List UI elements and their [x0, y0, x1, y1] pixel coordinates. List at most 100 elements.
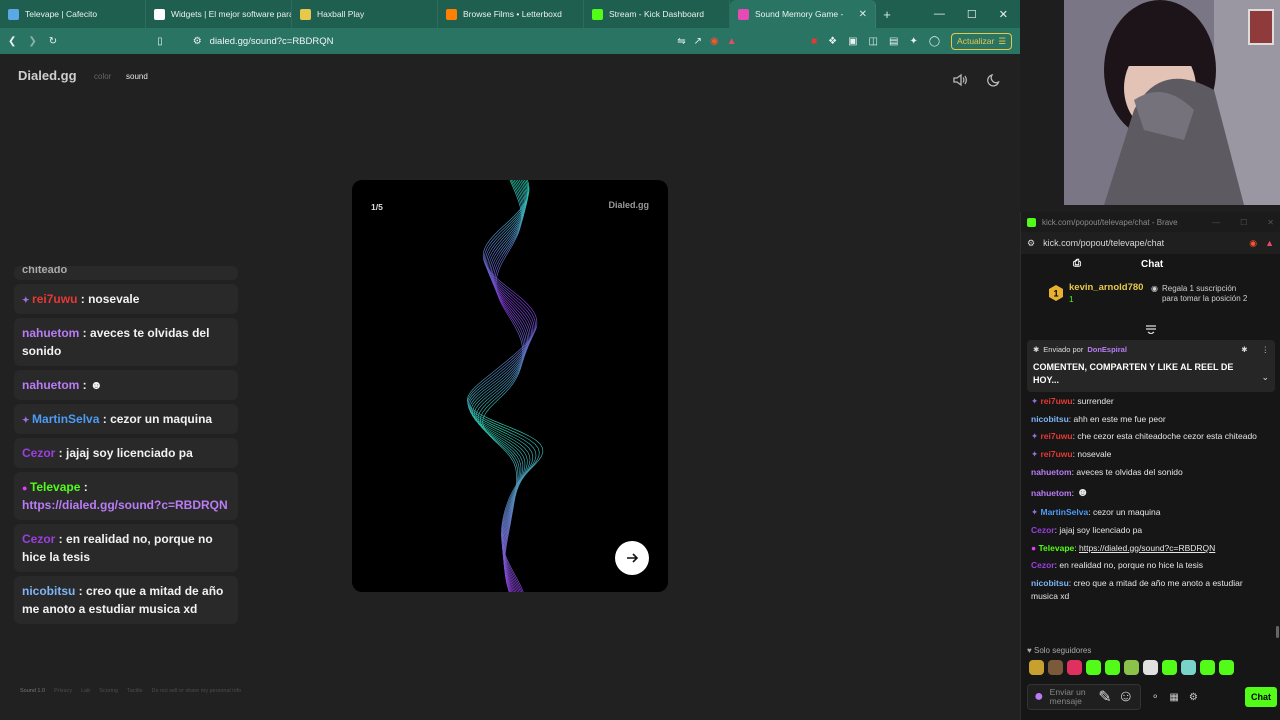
chat-username[interactable]: rei7uwu — [1040, 396, 1072, 406]
emote-bar — [1029, 660, 1234, 675]
text-format-icon[interactable]: ✎ — [1098, 687, 1111, 707]
collapse-toggle-icon[interactable] — [1143, 324, 1159, 334]
brave-rewards-icon[interactable]: ▲ — [727, 36, 737, 47]
new-tab-button[interactable]: + — [876, 7, 898, 22]
emote-icon[interactable] — [1219, 660, 1234, 675]
chat-header: ⎙ Chat — [1021, 254, 1280, 276]
chat-message: ✦ rei7uwu: che cezor esta chiteadoche ce… — [1031, 430, 1271, 443]
extension-icon[interactable]: ■ — [811, 36, 817, 47]
emote-icon[interactable] — [1067, 660, 1082, 675]
chat-username[interactable]: nahuetom — [1031, 467, 1072, 477]
browser-tab[interactable]: Sound Memory Game - ✕ — [730, 0, 876, 28]
emote-icon[interactable] — [1105, 660, 1120, 675]
chat-settings-icon[interactable]: ⚙ — [1189, 692, 1198, 703]
expand-pinned-icon[interactable]: ⌄ — [1261, 372, 1269, 383]
leo-icon[interactable]: ✦ — [909, 36, 917, 47]
sidebar-icon[interactable]: ◫ — [869, 36, 878, 47]
chat-username[interactable]: Cezor — [1031, 525, 1055, 535]
footer-link: Sound 1.0 — [20, 688, 46, 694]
footer-link[interactable]: Privacy — [54, 688, 72, 694]
footer-link[interactable]: Do not sell or share my personal info — [152, 688, 242, 694]
overlay-chat-message: ● Televape : https://dialed.gg/sound?c=R… — [14, 472, 238, 520]
footer-link[interactable]: Lab — [81, 688, 90, 694]
brave-shields-icon[interactable]: ◉ — [710, 36, 719, 47]
store-icon[interactable]: ▦ — [1169, 692, 1178, 703]
chat-username[interactable]: nicobitsu — [1031, 414, 1069, 424]
chat-username[interactable]: MartinSelva — [1040, 507, 1088, 517]
pinned-user[interactable]: DonEspiral — [1087, 345, 1127, 354]
emote-icon[interactable] — [1029, 660, 1044, 675]
chat-link[interactable]: https://dialed.gg/sound?c=RBDRQN — [1079, 543, 1215, 553]
theme-moon-icon[interactable] — [986, 72, 1002, 88]
speaker-icon[interactable] — [952, 72, 968, 88]
browser-tab[interactable]: Widgets | El mejor software para — [146, 0, 292, 28]
emote-icon[interactable] — [1162, 660, 1177, 675]
minimize-icon[interactable]: — — [934, 8, 945, 21]
site-settings-icon[interactable]: ⚙ — [193, 36, 202, 47]
browser-tab[interactable]: Browse Films • Letterboxd — [438, 0, 584, 28]
chat-username[interactable]: rei7uwu — [1040, 449, 1072, 459]
popup-close-icon[interactable]: ✕ — [1267, 218, 1274, 227]
maximize-icon[interactable]: ☐ — [967, 8, 977, 21]
translate-icon[interactable]: ⇋ — [677, 36, 685, 47]
wallet-icon[interactable]: ▤ — [889, 36, 898, 47]
bookmark-icon[interactable]: ▯ — [157, 36, 163, 47]
sound-game-card: 1/5 Dialed.gg — [352, 180, 668, 592]
sound-wave-visual — [466, 180, 544, 592]
chat-username[interactable]: nicobitsu — [1031, 578, 1069, 588]
send-chat-button[interactable]: Chat — [1245, 687, 1277, 707]
popup-rewards-icon[interactable]: ▲ — [1265, 238, 1274, 249]
chat-username[interactable]: Cezor — [1031, 560, 1055, 570]
browser-tab[interactable]: Haxball Play — [292, 0, 438, 28]
update-button[interactable]: Actualizar ☰ — [951, 32, 1012, 50]
emote-icon[interactable] — [1200, 660, 1215, 675]
share-icon[interactable]: ↗ — [694, 36, 702, 47]
followers-only-label: ♥ Solo seguidores — [1027, 646, 1092, 655]
users-icon[interactable]: ⚬ — [1151, 692, 1159, 703]
overlay-message-text[interactable]: https://dialed.gg/sound?c=RBDRQN — [22, 498, 228, 512]
emoji-icon[interactable]: ☺ — [1118, 688, 1134, 706]
address-bar[interactable]: ⚙ dialed.gg/sound?c=RBDRQN ⇋ ↗ ◉ ▲ — [185, 31, 745, 51]
emote-icon[interactable] — [1181, 660, 1196, 675]
nav-color-link[interactable]: color — [94, 72, 111, 81]
emote-icon[interactable] — [1086, 660, 1101, 675]
popup-shield-icon[interactable]: ◉ — [1249, 238, 1257, 249]
screenshot-icon[interactable]: ▣ — [848, 36, 857, 47]
chat-scrollbar[interactable] — [1276, 626, 1279, 638]
puzzle-icon[interactable]: ❖ — [828, 36, 837, 47]
footer-link[interactable]: Tactile — [127, 688, 143, 694]
separator: : — [75, 584, 87, 598]
browser-tab[interactable]: Televape | Cafecito — [0, 0, 146, 28]
chat-username[interactable]: nahuetom — [1031, 488, 1072, 498]
unpin-icon[interactable]: ✱ — [1241, 345, 1247, 354]
pinned-message: ✱ Enviado por DonEspiral ✱ ⋮ COMENTEN, C… — [1027, 340, 1275, 392]
chat-mode-icon[interactable]: ⎙ — [1073, 258, 1081, 269]
popup-minimize-icon[interactable]: — — [1212, 218, 1220, 227]
browser-tab[interactable]: Stream - Kick Dashboard — [584, 0, 730, 28]
tab-favicon-icon — [154, 8, 165, 20]
emote-icon[interactable] — [1048, 660, 1063, 675]
vpn-icon[interactable]: ◯ — [929, 36, 940, 47]
reload-icon[interactable]: ↻ — [49, 36, 57, 47]
emote-icon[interactable] — [1124, 660, 1139, 675]
popup-maximize-icon[interactable]: ☐ — [1240, 218, 1247, 227]
popup-settings-icon[interactable]: ⚙ — [1027, 238, 1035, 249]
site-logo[interactable]: Dialed.gg — [18, 68, 77, 83]
footer-link[interactable]: Scoring — [99, 688, 118, 694]
back-icon[interactable]: ❮ — [8, 36, 16, 47]
next-button[interactable] — [615, 541, 649, 575]
gift-sub-prompt[interactable]: ◉ Regala 1 suscripción para tomar la posic… — [1151, 284, 1247, 303]
close-tab-icon[interactable]: ✕ — [859, 9, 867, 20]
nav-sound-link[interactable]: sound — [126, 72, 148, 81]
chat-username[interactable]: rei7uwu — [1040, 431, 1072, 441]
overlay-username: nahuetom — [22, 378, 80, 392]
chat-username[interactable]: Televape — [1039, 543, 1075, 553]
close-window-icon[interactable]: ✕ — [999, 8, 1008, 21]
chat-input[interactable]: ● Enviar un mensaje ✎ ☺ — [1027, 684, 1141, 710]
chat-message: nahuetom: ☻ — [1031, 483, 1271, 502]
overlay-username: MartinSelva — [32, 412, 100, 426]
leader-name[interactable]: kevin_arnold780 — [1069, 282, 1143, 293]
more-options-icon[interactable]: ⋮ — [1262, 345, 1270, 354]
forward-icon[interactable]: ❯ — [28, 36, 36, 47]
emote-icon[interactable] — [1143, 660, 1158, 675]
